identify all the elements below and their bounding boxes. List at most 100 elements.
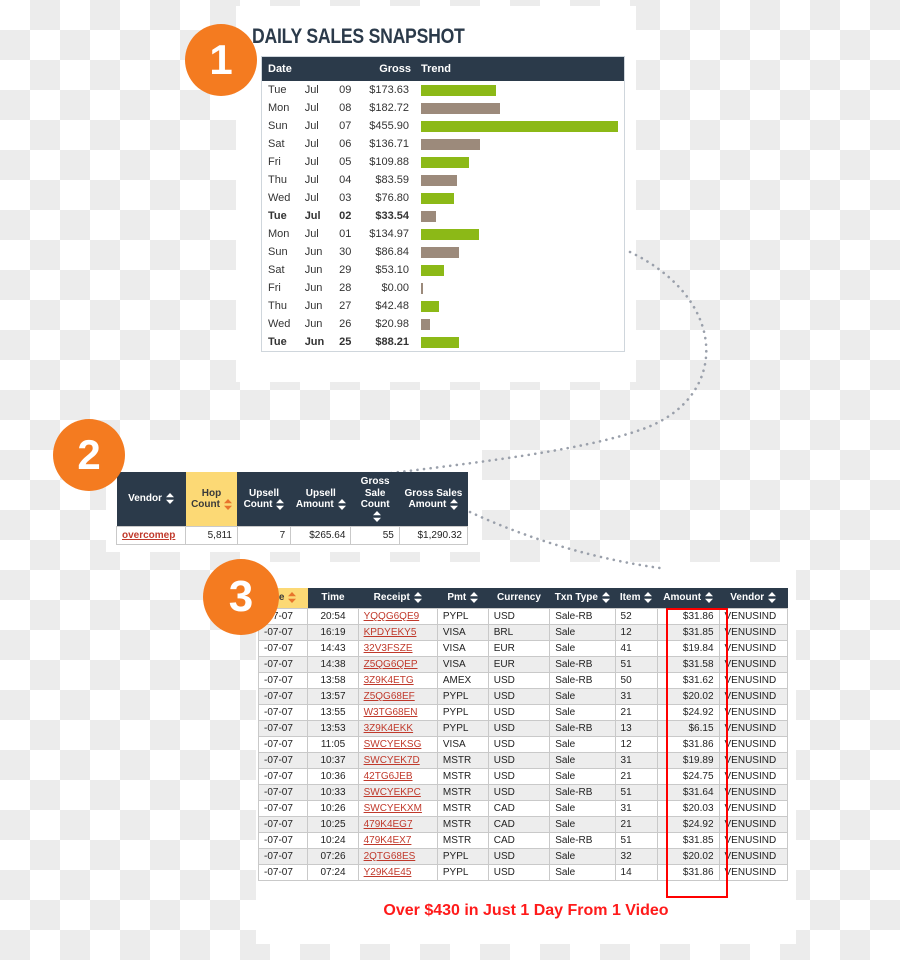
step-badge-1-label: 1	[209, 36, 233, 83]
table-row: Tue Jul 09 $173.63	[262, 81, 624, 99]
sort-arrows-icon[interactable]	[470, 592, 479, 603]
cell-date-11: -07-07	[257, 783, 309, 801]
cell-pmt-6: PYPL	[436, 703, 489, 721]
cell-gross-sale-count: 55	[350, 526, 400, 546]
sort-arrows-icon[interactable]	[601, 592, 610, 603]
cell-vendor-0: VENUSIND	[718, 607, 789, 625]
sort-arrows-icon[interactable]	[768, 592, 777, 603]
cell-receipt-3[interactable]: Z5QG6QEP	[357, 655, 438, 673]
cell-vendor-6: VENUSIND	[718, 703, 789, 721]
cell-receipt-12[interactable]: SWCYEKXM	[357, 799, 438, 817]
cell-vendor-2: VENUSIND	[718, 639, 789, 657]
cell-date-4: -07-07	[257, 671, 309, 689]
sort-arrows-icon[interactable]	[705, 592, 714, 603]
cell-weekday-9: Sun	[268, 246, 288, 258]
txn-col-header-3[interactable]: Pmt	[437, 588, 489, 609]
cell-weekday-6: Wed	[268, 192, 291, 204]
cell-date-12: -07-07	[257, 799, 309, 817]
cell-trend-6	[415, 189, 624, 207]
table-row: -07-07 10:25 479K4EG7 MSTR CAD Sale 21 $24.92 VE…	[257, 815, 789, 833]
cell-amount-1: $31.85	[656, 623, 720, 641]
cell-receipt-9[interactable]: SWCYEK7D	[357, 751, 438, 769]
hop-col-header-1[interactable]: Hop Count	[185, 472, 238, 527]
cell-daynum-1: 08	[339, 102, 352, 114]
cell-amount-15: $20.02	[656, 847, 720, 865]
sort-arrows-icon[interactable]	[450, 499, 459, 510]
cell-amount-6: $24.92	[656, 703, 720, 721]
sort-arrows-icon[interactable]	[166, 493, 175, 505]
cell-receipt-7[interactable]: 3Z9K4EKK	[357, 719, 438, 737]
cell-txn-type-4: Sale-RB	[549, 671, 616, 689]
cell-time-13: 10:25	[307, 815, 359, 833]
cell-time-8: 11:05	[307, 735, 359, 753]
cell-trend-0	[415, 81, 624, 99]
sort-arrows-icon[interactable]	[413, 592, 422, 603]
cell-amount-11: $31.64	[656, 783, 720, 801]
sort-arrows-icon[interactable]	[373, 510, 382, 522]
cell-txn-type-2: Sale	[549, 639, 616, 657]
cell-time-16: 07:24	[307, 863, 359, 881]
cell-date-3: -07-07	[257, 655, 309, 673]
hop-col-header-5[interactable]: Gross Sales Amount	[399, 472, 468, 527]
cell-receipt-11[interactable]: SWCYEKPC	[357, 783, 438, 801]
sort-arrows-icon[interactable]	[288, 592, 297, 603]
cell-time-12: 10:26	[307, 799, 359, 817]
cell-pmt-1: VISA	[436, 623, 489, 641]
txn-col-label-8: Vendor	[730, 592, 765, 604]
trend-bar	[421, 84, 496, 96]
sort-arrows-icon[interactable]	[337, 499, 346, 510]
txn-col-header-8[interactable]: Vendor	[719, 588, 788, 609]
cell-item-3: 51	[614, 655, 658, 673]
cell-currency-5: USD	[487, 687, 551, 705]
table-row: Sun Jul 07 $455.90	[262, 117, 624, 135]
sort-arrows-icon[interactable]	[644, 592, 653, 603]
hop-col-header-4[interactable]: Gross Sale Count	[350, 472, 400, 527]
cell-gross-2: $455.90	[369, 120, 409, 132]
cell-vendor-4: VENUSIND	[718, 671, 789, 689]
cell-vendor[interactable]: overcomep	[115, 526, 187, 546]
txn-table: ateTimeReceiptPmtCurrencyTxn TypeItemAmo…	[257, 588, 789, 881]
cell-currency-12: CAD	[487, 799, 551, 817]
table-row: Sat Jun 29 $53.10	[262, 261, 624, 279]
cell-month-0: Jul	[304, 84, 319, 96]
table-row: Tue Jul 02 $33.54	[262, 207, 624, 225]
cell-receipt-13[interactable]: 479K4EG7	[357, 815, 438, 833]
cell-trend-1	[415, 99, 624, 117]
cell-receipt-4[interactable]: 3Z9K4ETG	[357, 671, 438, 689]
hop-col-header-3[interactable]: Upsell Amount	[290, 472, 351, 527]
txn-col-header-5[interactable]: Txn Type	[549, 588, 616, 609]
cell-receipt-16[interactable]: Y29K4E45	[357, 863, 438, 881]
cell-receipt-5[interactable]: Z5QG68EF	[357, 687, 438, 705]
cell-weekday-7: Tue	[268, 210, 287, 222]
snapshot-header-row: Date Gross Trend	[262, 57, 624, 81]
cell-vendor-16: VENUSIND	[718, 863, 789, 881]
cell-date-6: -07-07	[257, 703, 309, 721]
cell-trend-11	[415, 279, 624, 297]
cell-time-15: 07:26	[307, 847, 359, 865]
cell-receipt-8[interactable]: SWCYEKSG	[357, 735, 438, 753]
cell-item-10: 21	[614, 767, 658, 785]
txn-col-header-6[interactable]: Item	[615, 588, 658, 609]
txn-table-head: ateTimeReceiptPmtCurrencyTxn TypeItemAmo…	[258, 588, 788, 609]
sort-arrows-icon[interactable]	[276, 499, 285, 510]
cell-receipt-15[interactable]: 2QTG68ES	[357, 847, 438, 865]
cell-receipt-14[interactable]: 479K4EX7	[357, 831, 438, 849]
step-badge-2: 2	[53, 419, 125, 491]
hop-col-header-0[interactable]: Vendor	[116, 472, 186, 527]
cell-receipt-6[interactable]: W3TG68EN	[357, 703, 438, 721]
cell-receipt-10[interactable]: 42TG6JEB	[357, 767, 438, 785]
cell-upsell-count: 7	[236, 526, 292, 546]
cell-pmt-9: MSTR	[436, 751, 489, 769]
cell-receipt-2[interactable]: 32V3FSZE	[357, 639, 438, 657]
txn-col-header-7[interactable]: Amount	[657, 588, 720, 609]
hop-col-header-2[interactable]: Upsell Count	[237, 472, 291, 527]
cell-receipt-1[interactable]: KPDYEKY5	[357, 623, 438, 641]
cell-item-15: 32	[614, 847, 658, 865]
txn-col-header-2[interactable]: Receipt	[358, 588, 438, 609]
sort-arrows-icon[interactable]	[223, 499, 232, 510]
cell-txn-type-13: Sale	[549, 815, 616, 833]
cell-month-12: Jun	[304, 300, 323, 312]
cell-amount-16: $31.86	[656, 863, 720, 881]
cell-currency-13: CAD	[487, 815, 551, 833]
cell-receipt-0[interactable]: YQQG6QE9	[357, 607, 438, 625]
